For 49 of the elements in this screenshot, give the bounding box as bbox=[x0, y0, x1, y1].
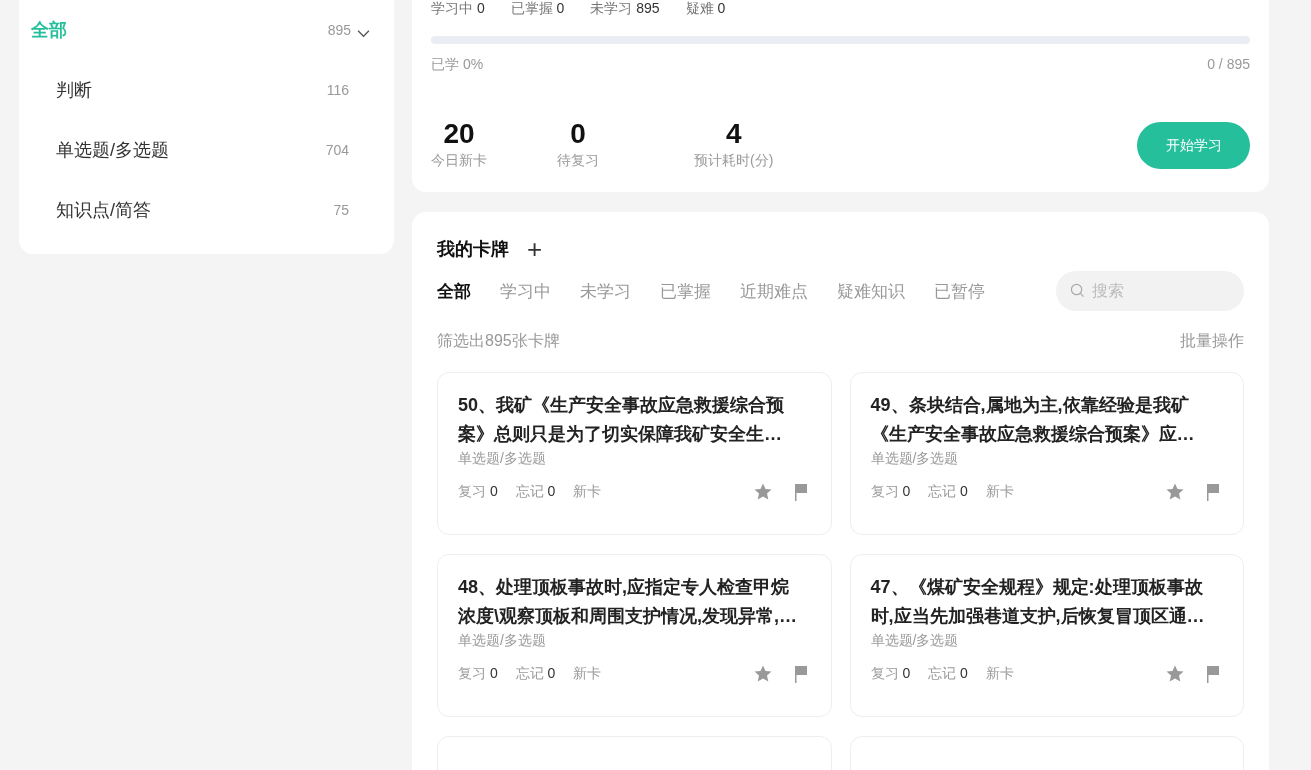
question-type: 单选题/多选题 bbox=[458, 450, 547, 468]
search-icon bbox=[1070, 283, 1085, 298]
question-title: 49、条块结合,属地为主,依靠经验是我矿 《生产安全事故应急救援综合预案》应… bbox=[870, 394, 1196, 446]
review-count: 复习 0 bbox=[870, 665, 911, 683]
card-status: 新卡 bbox=[985, 483, 1014, 501]
filter-tab[interactable]: 全部 bbox=[437, 279, 471, 303]
figure-label: 今日新卡 bbox=[431, 152, 487, 170]
question-card[interactable]: 50、我矿《生产安全事故应急救援综合预 案》总则只是为了切实保障我矿安全生… 单选题/多选题 复习 0 忘记 0 新卡 bbox=[437, 372, 832, 535]
question-card[interactable]: 47、《煤矿安全规程》规定:处理顶板事故 时,应当先加强巷道支护,后恢复冒顶区通… 单选题/多选题 复习 0 忘记 0 新卡 bbox=[849, 554, 1244, 717]
card-status: 新卡 bbox=[573, 665, 602, 683]
forget-count: 忘记 0 bbox=[515, 483, 556, 501]
star-icon[interactable] bbox=[1165, 482, 1185, 502]
figure-value: 0 bbox=[570, 119, 586, 149]
chevron-down-icon bbox=[357, 28, 370, 38]
figure-label: 预计耗时(分) bbox=[694, 152, 774, 170]
star-icon[interactable] bbox=[1165, 664, 1185, 684]
card-status: 新卡 bbox=[573, 483, 602, 501]
filter-summary: 筛选出895张卡牌 bbox=[437, 331, 560, 351]
stat-text: 已掌握 0 bbox=[510, 0, 565, 16]
stat-text: 未学习 895 bbox=[590, 0, 660, 16]
figure-value: 4 bbox=[725, 119, 742, 149]
review-count: 复习 0 bbox=[870, 483, 911, 501]
question-title: 50、我矿《生产安全事故应急救援综合预 案》总则只是为了切实保障我矿安全生… bbox=[458, 394, 786, 446]
category-item[interactable]: 单选题/多选题 704 bbox=[19, 120, 394, 180]
star-icon[interactable] bbox=[752, 664, 773, 684]
card-status: 新卡 bbox=[985, 665, 1014, 683]
review-count: 复习 0 bbox=[458, 483, 498, 501]
forget-count: 忘记 0 bbox=[928, 665, 968, 683]
category-item[interactable]: 判断 116 bbox=[19, 60, 394, 120]
category-item[interactable]: 知识点/简答 75 bbox=[19, 180, 394, 240]
question-title: 47、《煤矿安全规程》规定:处理顶板事故 时,应当先加强巷道支护,后恢复冒顶区通… bbox=[870, 576, 1206, 628]
stat-text: 疑难 0 bbox=[685, 0, 726, 16]
question-type: 单选题/多选题 bbox=[870, 632, 960, 650]
question-type: 单选题/多选题 bbox=[458, 632, 547, 650]
forget-count: 忘记 0 bbox=[515, 665, 556, 683]
question-card[interactable]: 49、条块结合,属地为主,依靠经验是我矿 《生产安全事故应急救援综合预案》应… 单选题/多选题 复习 0 忘记 0 新卡 bbox=[849, 372, 1244, 535]
star-icon[interactable] bbox=[752, 482, 773, 502]
question-type: 单选题/多选题 bbox=[870, 450, 960, 468]
add-button[interactable]: + bbox=[527, 237, 543, 261]
stat-text: 学习中 0 bbox=[431, 0, 485, 16]
forget-count: 忘记 0 bbox=[928, 483, 968, 501]
review-count: 复习 0 bbox=[458, 665, 498, 683]
progress-label: 已学 0% bbox=[431, 56, 484, 74]
question-title: 48、处理顶板事故时,应指定专人检查甲烷 浓度\观察顶板和周围支护情况,发现异常,… bbox=[458, 576, 798, 628]
question-card[interactable]: 48、处理顶板事故时,应指定专人检查甲烷 浓度\观察顶板和周围支护情况,发现异常,… 单选题/多选题 复习 0 忘记 0 新卡 bbox=[437, 554, 832, 717]
figure-label: 待复习 bbox=[557, 152, 599, 170]
figure-value: 20 bbox=[443, 119, 475, 149]
panel-title: 我的卡牌 bbox=[437, 238, 509, 261]
progress-reading: 0 / 895 bbox=[1207, 56, 1250, 74]
